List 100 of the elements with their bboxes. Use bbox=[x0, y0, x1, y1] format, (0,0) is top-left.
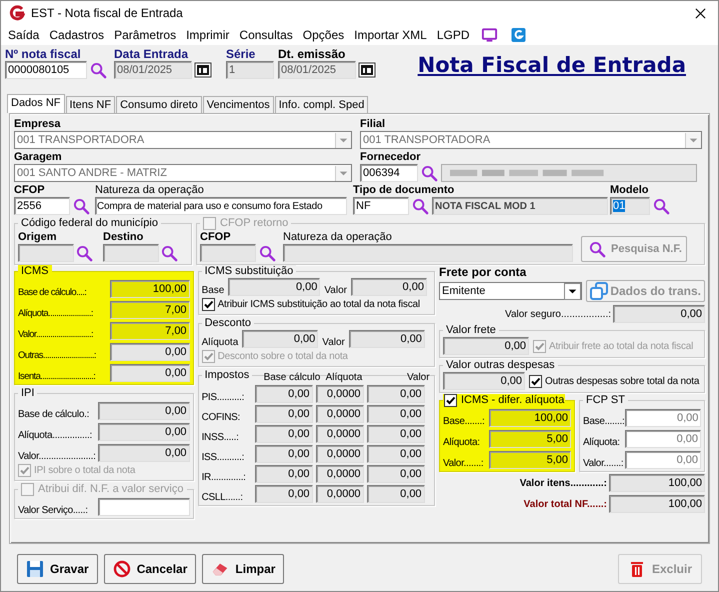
text-field[interactable]: 0,00 bbox=[443, 337, 529, 355]
search-icon[interactable] bbox=[161, 244, 178, 262]
text-field[interactable]: 100,00 bbox=[609, 474, 705, 492]
text-field[interactable]: 0,00 bbox=[254, 405, 313, 423]
menu-item[interactable]: Consultas bbox=[234, 28, 298, 42]
tab[interactable]: Vencimentos bbox=[202, 96, 274, 113]
monitor-icon[interactable] bbox=[480, 27, 498, 43]
text-field[interactable]: 0,00 bbox=[366, 385, 425, 403]
tab[interactable]: Itens NF bbox=[66, 96, 116, 113]
tab[interactable]: Info. compl. Sped bbox=[274, 96, 368, 113]
menu-item[interactable]: Saída bbox=[3, 28, 44, 42]
calendar-icon[interactable] bbox=[358, 62, 376, 78]
text-field[interactable]: 0,00 bbox=[242, 330, 318, 348]
text-field[interactable]: 0,00 bbox=[98, 423, 190, 441]
text-field[interactable]: 0,00 bbox=[348, 330, 425, 348]
close-icon[interactable] bbox=[695, 8, 706, 18]
text-field[interactable]: 0,00 bbox=[625, 430, 701, 448]
field-label: Isenta..........................: bbox=[18, 371, 96, 382]
text-field[interactable]: 0,0000 bbox=[316, 425, 364, 443]
search-icon[interactable] bbox=[653, 198, 670, 214]
text-field[interactable]: 1 bbox=[226, 61, 274, 79]
text-field[interactable]: 0,00 bbox=[98, 402, 190, 420]
text-field[interactable]: 5,00 bbox=[489, 451, 571, 469]
text-field[interactable]: 5,00 bbox=[489, 430, 571, 448]
tab[interactable]: Dados NF bbox=[7, 94, 65, 113]
text-field[interactable]: 0,00 bbox=[254, 385, 313, 403]
dropdown[interactable]: 001 SANTO ANDRE - MATRIZ bbox=[14, 164, 352, 182]
cancel-button[interactable]: Cancelar bbox=[104, 554, 196, 584]
save-button[interactable]: Gravar bbox=[17, 554, 98, 584]
search-icon[interactable] bbox=[412, 198, 429, 214]
text-field[interactable]: NF bbox=[353, 197, 409, 215]
text-field[interactable] bbox=[283, 244, 573, 262]
field-label: Outras.........................: bbox=[18, 350, 96, 361]
menu-item[interactable]: Opções bbox=[298, 28, 350, 42]
text-field[interactable]: 0,00 bbox=[350, 278, 427, 296]
menu-item[interactable]: Parâmetros bbox=[109, 28, 182, 42]
menu-item[interactable]: Imprimir bbox=[181, 28, 234, 42]
dropdown[interactable]: 001 TRANSPORTADORA bbox=[360, 131, 702, 149]
text-field[interactable]: 01 bbox=[610, 197, 650, 215]
text-field[interactable]: 100,00 bbox=[110, 280, 190, 298]
text-field[interactable]: 0,0000 bbox=[316, 405, 364, 423]
menu-item[interactable]: Cadastros bbox=[44, 28, 110, 42]
text-field[interactable]: 0,00 bbox=[366, 425, 425, 443]
text-field[interactable]: 08/01/2025 bbox=[114, 61, 192, 79]
text-field[interactable]: 0,00 bbox=[443, 372, 525, 390]
text-field[interactable]: 7,00 bbox=[110, 322, 190, 340]
text-field[interactable]: 7,00 bbox=[110, 301, 190, 319]
group-title: ICMS substituição bbox=[202, 265, 296, 278]
search-icon[interactable] bbox=[76, 244, 93, 262]
text-field[interactable]: Compra de material para uso e consumo fora Estado bbox=[95, 197, 347, 215]
text-field[interactable]: 0,00 bbox=[366, 445, 425, 463]
text-field[interactable]: 0,0000 bbox=[316, 465, 364, 483]
text-field[interactable]: 0,00 bbox=[366, 465, 425, 483]
text-field[interactable] bbox=[18, 244, 74, 262]
text-field[interactable]: NOTA FISCAL MOD 1 bbox=[432, 197, 608, 215]
text-field[interactable]: 0,0000 bbox=[316, 445, 364, 463]
text-field[interactable] bbox=[200, 244, 256, 262]
menu-item[interactable]: LGPD bbox=[432, 28, 475, 42]
checkbox[interactable] bbox=[202, 298, 215, 311]
dropdown[interactable]: Emitente bbox=[439, 282, 582, 300]
text-field[interactable]: 0,00 bbox=[254, 465, 313, 483]
text-field[interactable]: 100,00 bbox=[489, 409, 571, 427]
text-field[interactable]: 100,00 bbox=[609, 495, 705, 513]
text-field[interactable]: 0000080105 bbox=[5, 61, 87, 79]
text-field[interactable]: 0,00 bbox=[110, 364, 190, 382]
text-field[interactable]: 0,00 bbox=[366, 405, 425, 423]
text-field[interactable]: 0,00 bbox=[613, 305, 705, 323]
dropdown[interactable]: 001 TRANSPORTADORA bbox=[14, 131, 352, 149]
text-field[interactable]: 0,00 bbox=[254, 485, 313, 503]
text-field[interactable]: 0,00 bbox=[625, 451, 701, 469]
search-icon[interactable] bbox=[90, 62, 107, 78]
text-field[interactable]: 0,00 bbox=[254, 425, 313, 443]
group-title: CFOP retorno bbox=[220, 217, 288, 230]
text-field[interactable]: 0,00 bbox=[228, 278, 320, 296]
logo-icon[interactable] bbox=[510, 27, 527, 43]
text-field[interactable]: 0,00 bbox=[625, 409, 702, 427]
text-field[interactable] bbox=[103, 244, 159, 262]
clear-button[interactable]: Limpar bbox=[202, 554, 284, 584]
text-field[interactable] bbox=[98, 498, 190, 516]
menu-item[interactable]: Importar XML bbox=[349, 28, 432, 42]
text-field[interactable]: 2556 bbox=[14, 197, 70, 215]
field-label: Garagem bbox=[14, 150, 63, 164]
caret-icon[interactable] bbox=[564, 282, 582, 300]
checkbox[interactable] bbox=[529, 374, 542, 388]
search-icon[interactable] bbox=[421, 164, 438, 182]
text-field[interactable]: 0,00 bbox=[110, 343, 190, 361]
checkbox[interactable] bbox=[444, 394, 457, 407]
calendar-icon[interactable] bbox=[194, 62, 212, 78]
search-icon[interactable] bbox=[259, 244, 276, 262]
search-icon[interactable] bbox=[73, 198, 90, 214]
text-field[interactable]: 0,00 bbox=[366, 485, 425, 503]
tab[interactable]: Consumo direto bbox=[116, 96, 202, 113]
text-field[interactable]: 0,0000 bbox=[316, 485, 364, 503]
text-field[interactable]: 0,00 bbox=[254, 445, 313, 463]
text-field[interactable]: 08/01/2025 bbox=[278, 61, 356, 79]
text-field[interactable]: 0,0000 bbox=[316, 385, 364, 403]
text-field[interactable]: 0,00 bbox=[98, 444, 190, 462]
page-title-link[interactable]: Nota Fiscal de Entrada bbox=[418, 53, 686, 77]
text-field[interactable]: 006394 bbox=[360, 164, 418, 182]
field-label: CFOP bbox=[14, 183, 46, 197]
